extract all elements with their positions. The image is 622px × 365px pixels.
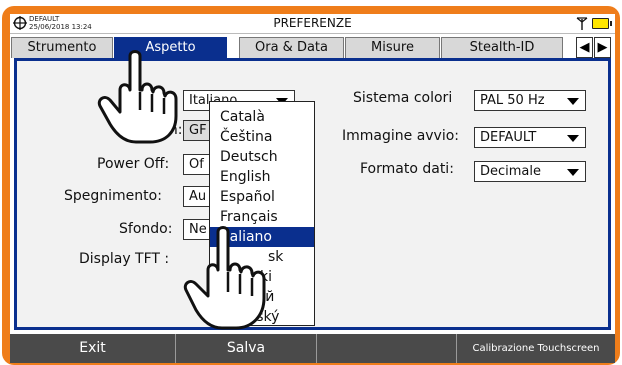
battery-icon bbox=[592, 18, 612, 29]
shutdown-value: Au bbox=[189, 189, 207, 204]
data-format-value: Decimale bbox=[480, 164, 542, 179]
save-button[interactable]: Salva bbox=[176, 334, 317, 363]
language-option[interactable]: Deutsch bbox=[210, 147, 314, 167]
device-frame: DEFAULT 25/06/2018 13:24 PREFERENZE Stru… bbox=[2, 6, 620, 365]
skin-value: GF bbox=[189, 123, 207, 138]
bottom-bar: Exit Salva Calibrazione Touchscreen bbox=[10, 334, 615, 363]
language-option[interactable]: Español bbox=[210, 187, 314, 207]
exit-button[interactable]: Exit bbox=[10, 334, 176, 363]
background-label: Sfondo: bbox=[119, 221, 173, 237]
page-title: PREFERENZE bbox=[273, 16, 352, 30]
color-system-value: PAL 50 Hz bbox=[480, 93, 545, 108]
color-system-label: Sistema colori bbox=[353, 90, 453, 106]
chevron-down-icon bbox=[567, 98, 579, 105]
display-tft-label: Display TFT : bbox=[79, 251, 170, 267]
boot-image-value: DEFAULT bbox=[480, 130, 537, 145]
tab-misure[interactable]: Misure bbox=[345, 37, 440, 58]
calibrate-touchscreen-button[interactable]: Calibrazione Touchscreen bbox=[457, 334, 615, 363]
tab-scroll-right-button[interactable]: ▶ bbox=[594, 37, 611, 58]
tab-ora-data[interactable]: Ora & Data bbox=[239, 37, 344, 58]
power-off-value: Of bbox=[189, 157, 204, 172]
chevron-down-icon bbox=[567, 169, 579, 176]
tab-scroll-left-button[interactable]: ◀ bbox=[576, 37, 593, 58]
data-format-label: Formato dati: bbox=[360, 161, 454, 177]
language-option[interactable]: English bbox=[210, 167, 314, 187]
empty-softkey[interactable] bbox=[317, 334, 457, 363]
power-off-label: Power Off: bbox=[97, 156, 170, 172]
hand-pointer-icon bbox=[97, 50, 178, 144]
boot-image-label: Immagine avvio: bbox=[342, 128, 460, 144]
shutdown-label: Spegnimento: bbox=[64, 188, 162, 204]
data-format-select[interactable]: Decimale bbox=[474, 161, 586, 182]
language-option[interactable]: Català bbox=[210, 107, 314, 127]
title-bar: DEFAULT 25/06/2018 13:24 PREFERENZE bbox=[10, 14, 615, 34]
chevron-down-icon bbox=[567, 135, 579, 142]
screen: DEFAULT 25/06/2018 13:24 PREFERENZE Stru… bbox=[10, 14, 615, 363]
hand-pointer-icon bbox=[183, 226, 266, 330]
antenna-icon bbox=[576, 17, 588, 30]
boot-image-select[interactable]: DEFAULT bbox=[474, 127, 586, 148]
color-system-select[interactable]: PAL 50 Hz bbox=[474, 90, 586, 111]
language-option[interactable]: Čeština bbox=[210, 127, 314, 147]
tab-stealth-id[interactable]: Stealth-ID bbox=[441, 37, 563, 58]
